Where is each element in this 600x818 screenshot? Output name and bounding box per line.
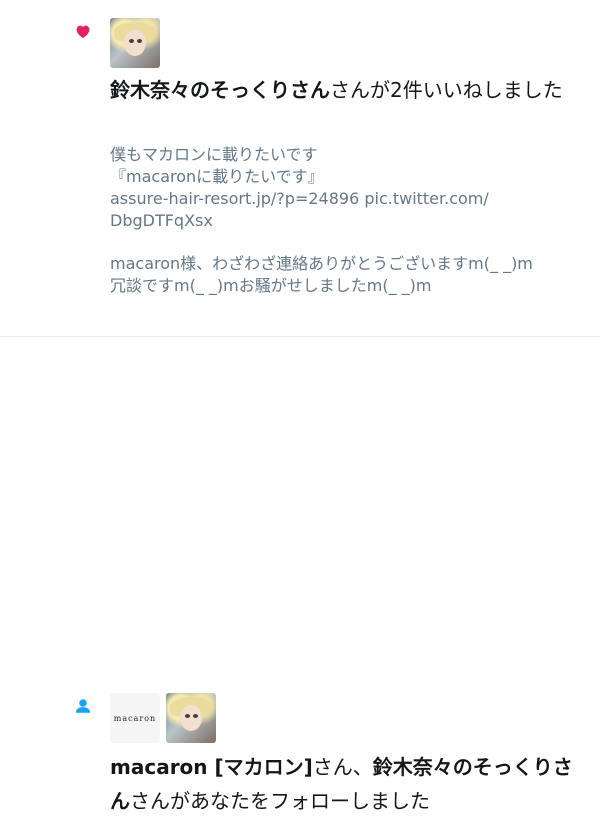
follow-notification[interactable]: macaron macaron [マカロン]さん、鈴木奈々のそっくりさんさんがあ… [0, 337, 600, 813]
reply-line: macaron様、わざわざ連絡ありがとうございますm(_ _)m [110, 254, 533, 273]
macaron-avatar[interactable]: macaron [110, 693, 160, 743]
user-name-link[interactable]: macaron [マカロン] [110, 755, 313, 779]
tweet-line: 『macaronに載りたいです』 [110, 167, 324, 186]
macaron-logo: macaron [113, 713, 157, 723]
user-name-link[interactable]: 鈴木奈々のそっくりさん [110, 78, 330, 102]
separator-text: さん、 [312, 755, 373, 779]
user-avatar[interactable] [110, 18, 160, 68]
tweet-line: 僕もマカロンに載りたいです [110, 145, 318, 164]
liked-tweets[interactable]: 僕もマカロンに載りたいです 『macaronに載りたいです』 assure-ha… [110, 144, 580, 297]
action-text: さんがあなたをフォローしました [130, 789, 430, 813]
heart-icon [76, 25, 90, 39]
user-avatar[interactable] [166, 693, 216, 743]
reply-line: 冗談ですm(_ _)mお騒がせしましたm(_ _)m [110, 276, 432, 295]
notification-title: macaron [マカロン]さん、鈴木奈々のそっくりさんさんがあなたをフォローし… [110, 750, 580, 818]
notification-title: 鈴木奈々のそっくりさんさんが2件いいねしました [110, 73, 580, 107]
action-text: さんが2件いいねしました [330, 78, 563, 102]
like-notification[interactable]: 鈴木奈々のそっくりさんさんが2件いいねしました 僕もマカロンに載りたいです 『m… [0, 0, 600, 337]
tweet-link[interactable]: assure-hair-resort.jp/?p=24896 pic.twitt… [110, 188, 580, 210]
person-icon [75, 699, 91, 713]
tweet-link[interactable]: DbgDTFqXsx [110, 210, 580, 232]
